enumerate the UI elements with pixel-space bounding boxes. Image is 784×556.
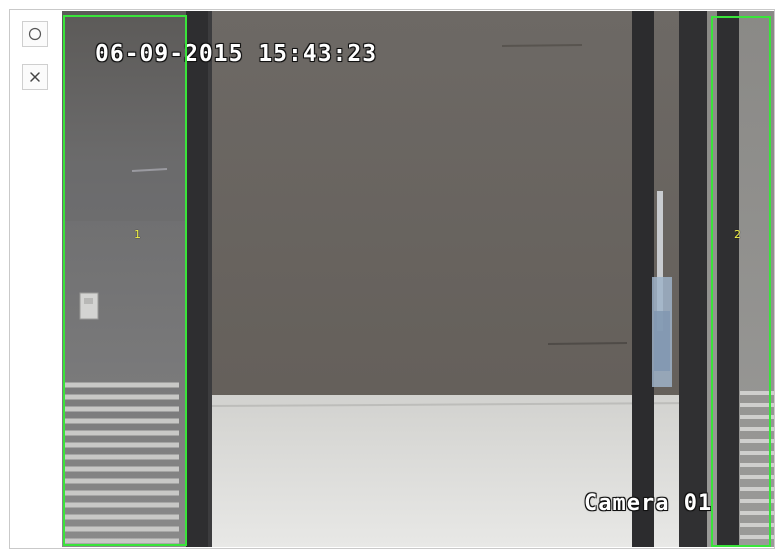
osd-camera-name: Camera 01 xyxy=(584,491,713,516)
detection-zone-1[interactable]: 1 xyxy=(63,15,187,546)
draw-area-button[interactable] xyxy=(22,21,48,47)
detection-zone-2[interactable]: 2 xyxy=(711,16,771,547)
zone-label: 2 xyxy=(734,228,741,241)
zone-label: 1 xyxy=(134,228,141,241)
circle-icon xyxy=(28,27,42,41)
clear-area-button[interactable] xyxy=(22,64,48,90)
live-video[interactable]: 06-09-2015 15:43:23 Camera 01 1 2 xyxy=(62,11,774,547)
close-icon xyxy=(30,72,40,82)
